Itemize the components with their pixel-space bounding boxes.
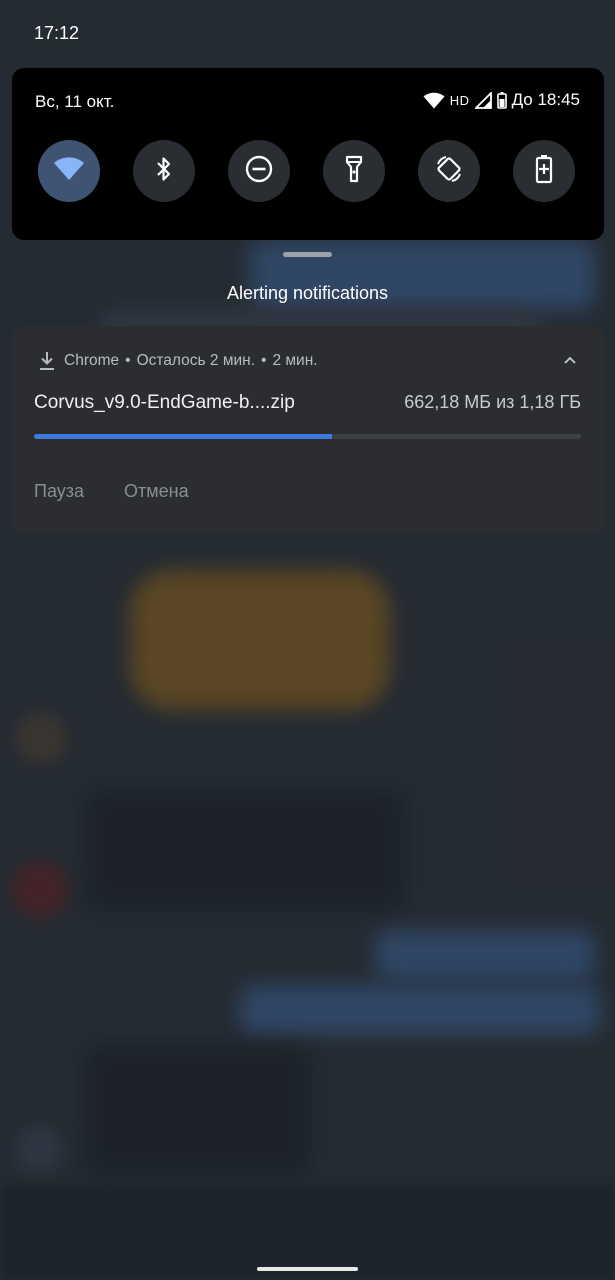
wifi-tile[interactable] — [38, 140, 100, 202]
autorotate-tile[interactable] — [418, 140, 480, 202]
notification-separator: • — [125, 352, 131, 369]
battery-saver-tile[interactable] — [513, 140, 575, 202]
download-notification[interactable]: Chrome • Осталось 2 мин. • 2 мин. Corvus… — [12, 326, 604, 534]
home-gesture-pill[interactable] — [257, 1267, 358, 1271]
download-icon — [36, 350, 58, 372]
qs-status-icons: HD До 18:45 — [423, 90, 580, 110]
notification-app-name: Chrome — [64, 352, 120, 369]
battery-estimate: До 18:45 — [511, 90, 580, 109]
dnd-tile[interactable] — [228, 140, 290, 202]
quick-settings-tiles — [38, 140, 575, 202]
do-not-disturb-icon — [245, 155, 273, 188]
download-size-progress: 662,18 МБ из 1,18 ГБ — [404, 392, 581, 412]
shade-drag-handle[interactable] — [283, 252, 332, 257]
signal-icon — [474, 91, 492, 109]
battery-saver-icon — [535, 154, 553, 189]
network-type: HD — [449, 92, 470, 108]
notification-age: 2 мин. — [272, 352, 318, 369]
flashlight-tile[interactable] — [323, 140, 385, 202]
notification-header: Chrome • Осталось 2 мин. • 2 мин. — [36, 350, 318, 372]
quick-settings-panel: Вс, 11 окт. HD До 18:45 — [12, 68, 604, 240]
wifi-icon — [53, 156, 85, 186]
notifications-section-title: Alerting notifications — [226, 283, 389, 303]
status-time: 17:12 — [34, 23, 80, 43]
wifi-icon — [423, 92, 445, 109]
collapse-chevron-icon[interactable] — [560, 350, 580, 370]
flashlight-icon — [345, 155, 363, 188]
qs-date[interactable]: Вс, 11 окт. — [35, 92, 114, 112]
battery-icon — [496, 91, 507, 109]
auto-rotate-icon — [434, 154, 464, 189]
notification-time-left: Осталось 2 мин. — [136, 352, 256, 369]
download-progress-bar — [34, 434, 581, 439]
download-progress-fill — [34, 434, 333, 439]
bluetooth-tile[interactable] — [133, 140, 195, 202]
download-file-name: Corvus_v9.0-EndGame-b....zip — [34, 392, 295, 413]
cancel-button[interactable]: Отмена — [124, 481, 189, 502]
notification-separator: • — [261, 352, 267, 369]
notification-actions: Пауза Отмена — [34, 481, 189, 502]
pause-button[interactable]: Пауза — [34, 481, 84, 502]
bluetooth-icon — [155, 156, 173, 187]
